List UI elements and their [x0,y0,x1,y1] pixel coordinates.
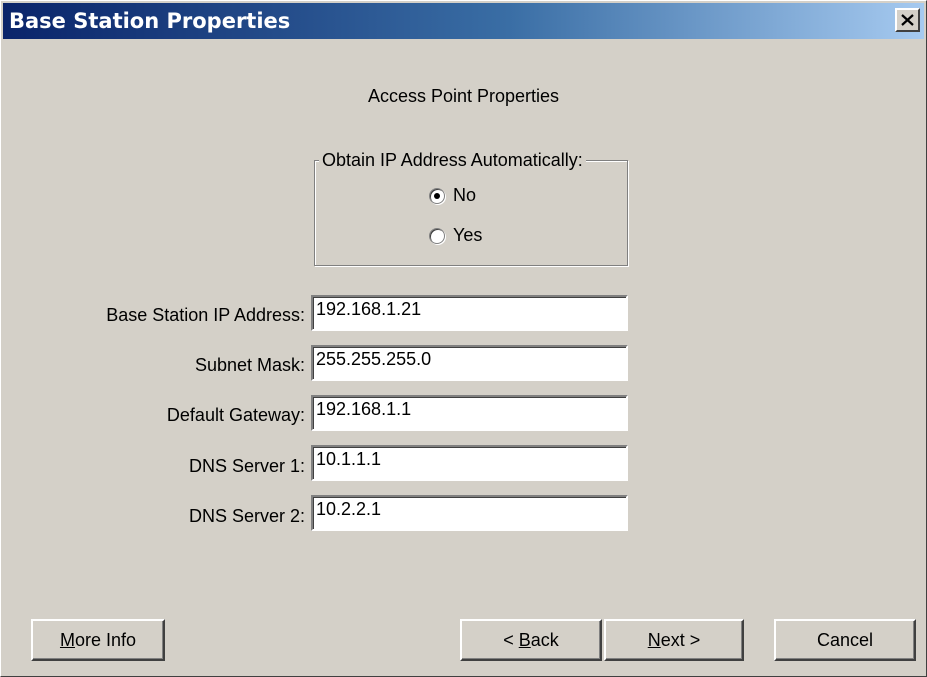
dns-server-2-label: DNS Server 2: [188,506,305,526]
subnet-mask-input[interactable] [311,345,628,381]
more-info-label: ore Info [74,629,137,650]
default-gateway-input[interactable] [311,395,628,431]
close-button[interactable] [895,8,920,32]
back-button[interactable]: < Back [460,619,602,661]
obtain-ip-legend: Obtain IP Address Automatically: [319,149,586,171]
title-bar[interactable]: Base Station Properties [3,3,924,39]
more-info-button[interactable]: More Info [31,619,165,661]
close-icon [901,14,914,26]
cancel-button[interactable]: Cancel [774,619,916,661]
radio-no-indicator[interactable] [429,187,445,204]
ip-address-label: Base Station IP Address: [106,305,305,325]
back-mnemonic: B [518,629,531,650]
radio-option-no[interactable]: No [429,185,476,206]
dns-server-1-label: DNS Server 1: [188,456,305,476]
radio-no-label: No [453,185,477,205]
back-prefix: < [503,629,519,650]
next-mnemonic: N [647,629,661,650]
radio-option-yes[interactable]: Yes [429,225,482,246]
back-label: ack [530,629,559,650]
default-gateway-label: Default Gateway: [166,405,305,425]
more-info-mnemonic: M [59,629,75,650]
radio-yes-indicator[interactable] [429,227,445,244]
cancel-label: Cancel [816,629,874,650]
ip-address-input[interactable] [311,295,628,331]
dns-server-2-input[interactable] [311,495,628,531]
subnet-mask-label: Subnet Mask: [194,355,305,375]
window-title: Base Station Properties [9,9,291,33]
obtain-ip-groupbox: Obtain IP Address Automatically: No Yes [314,149,628,266]
radio-yes-label: Yes [453,225,483,245]
next-label: ext > [660,629,701,650]
page-heading: Access Point Properties [367,86,560,106]
dns-server-1-input[interactable] [311,445,628,481]
next-button[interactable]: Next > [604,619,744,661]
